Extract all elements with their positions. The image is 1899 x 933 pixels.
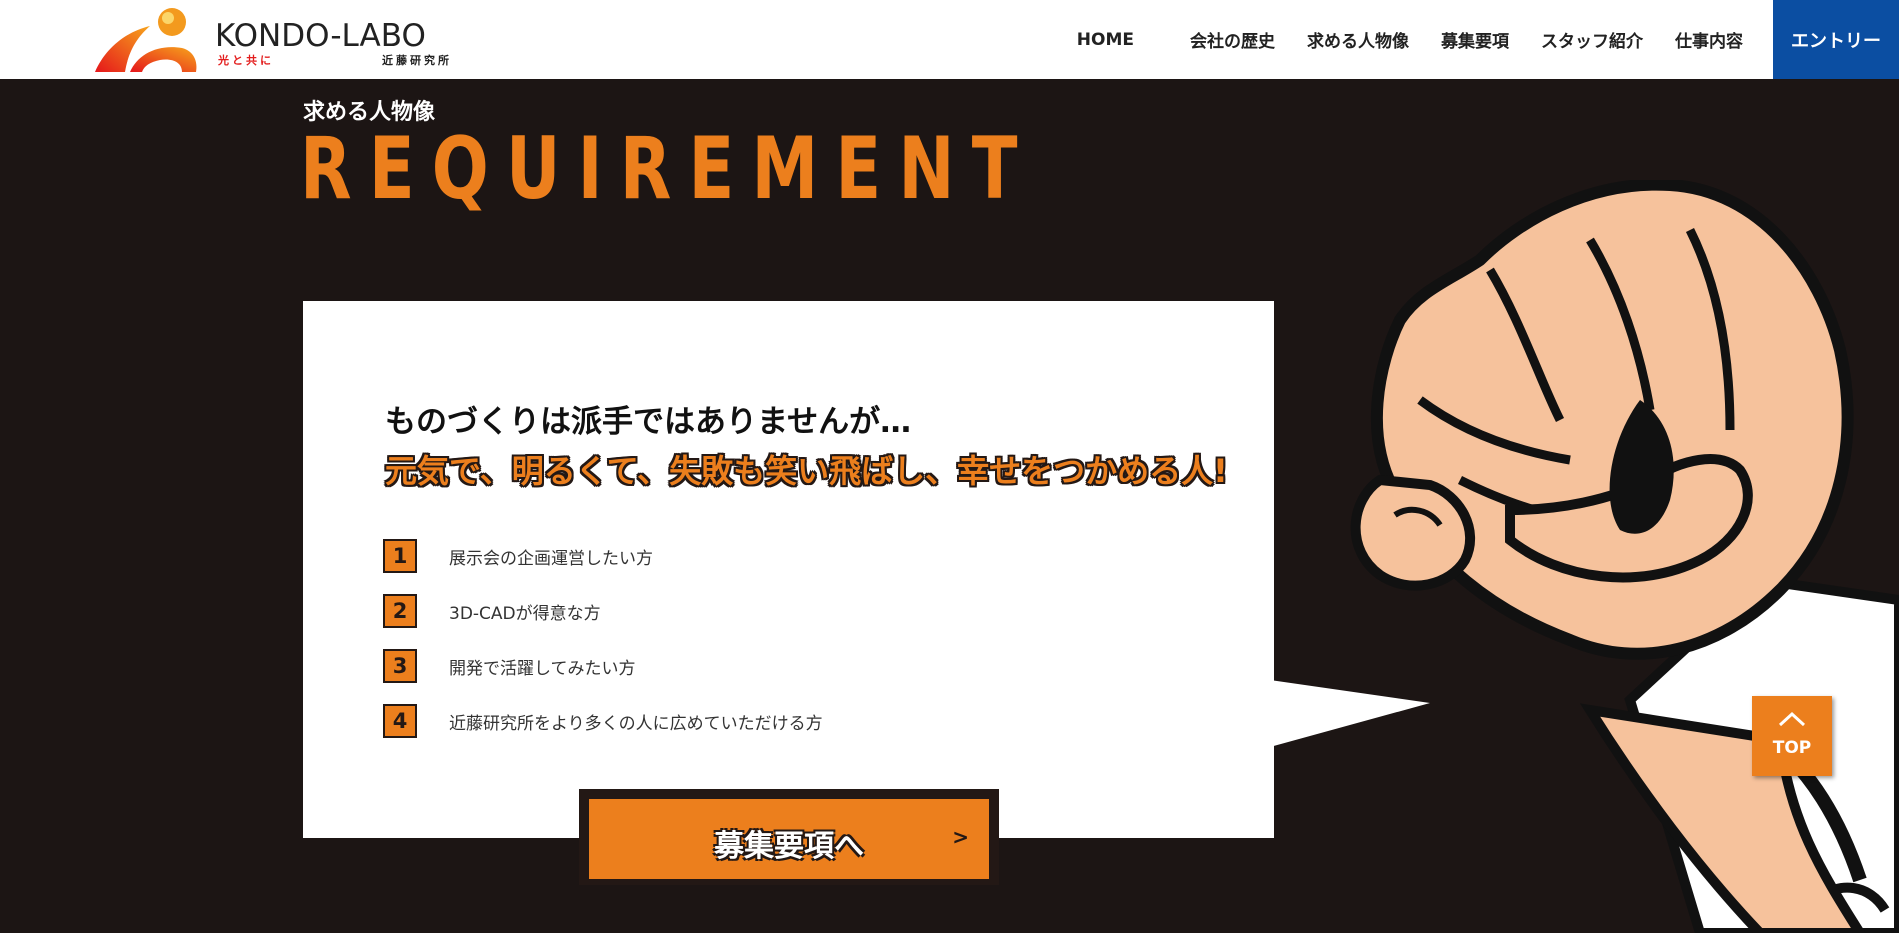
site-logo[interactable]: KONDO-LABO 光と共に 近藤研究所: [90, 4, 490, 76]
speech-bubble-tail: [1270, 680, 1430, 747]
list-item-text: 3D-CADが得意な方: [449, 603, 601, 624]
chevron-up-icon: [1778, 711, 1806, 727]
nav-requirement[interactable]: 求める人物像: [1307, 27, 1409, 52]
main-nav: HOME 会社の歴史 求める人物像 募集要項 スタッフ紹介 仕事内容 エントリー: [1061, 0, 1899, 79]
lead-highlight-text: 元気で、明るくて、失敗も笑い飛ばし、幸せをつかめる人!: [385, 452, 1228, 490]
nav-staff[interactable]: スタッフ紹介: [1541, 27, 1643, 52]
back-to-top-button[interactable]: TOP: [1752, 696, 1832, 776]
list-number-badge: 1: [383, 539, 417, 573]
logo-tagline: 光と共に: [218, 54, 274, 67]
list-item-text: 近藤研究所をより多くの人に広めていただける方: [449, 713, 823, 734]
nav-recruit[interactable]: 募集要項: [1441, 27, 1509, 52]
top-label: TOP: [1772, 738, 1812, 758]
requirement-list: 1 展示会の企画運営したい方 2 3D-CADが得意な方 3 開発で活躍してみた…: [383, 539, 823, 759]
cta-label: 募集要項へ: [714, 829, 864, 864]
nav-history[interactable]: 会社の歴史: [1190, 27, 1275, 52]
list-number-badge: 2: [383, 594, 417, 628]
list-item: 4 近藤研究所をより多くの人に広めていただける方: [383, 704, 823, 738]
list-item: 2 3D-CADが得意な方: [383, 594, 823, 628]
list-number-badge: 4: [383, 704, 417, 738]
logo-company-jp: 近藤研究所: [382, 54, 452, 67]
recruit-cta-button[interactable]: 募集要項へ >: [589, 799, 989, 879]
cta-arrow-icon: >: [952, 825, 969, 849]
list-item-text: 展示会の企画運営したい方: [449, 548, 653, 569]
list-item-text: 開発で活躍してみたい方: [449, 658, 636, 679]
nav-home[interactable]: HOME: [1077, 30, 1134, 50]
site-header: KONDO-LABO 光と共に 近藤研究所 HOME 会社の歴史 求める人物像 …: [0, 0, 1899, 79]
pointing-hand-illustration: [1350, 180, 1899, 933]
list-item: 1 展示会の企画運営したい方: [383, 539, 823, 573]
section-title-en: REQUIREMENT: [300, 119, 1035, 219]
lead-text: ものづくりは派手ではありませんが…: [385, 404, 912, 440]
list-item: 3 開発で活躍してみたい方: [383, 649, 823, 683]
nav-work[interactable]: 仕事内容: [1675, 27, 1743, 52]
list-number-badge: 3: [383, 649, 417, 683]
logo-mark-icon: [95, 8, 197, 72]
logo-text: KONDO-LABO: [215, 18, 426, 54]
entry-button[interactable]: エントリー: [1773, 0, 1899, 79]
